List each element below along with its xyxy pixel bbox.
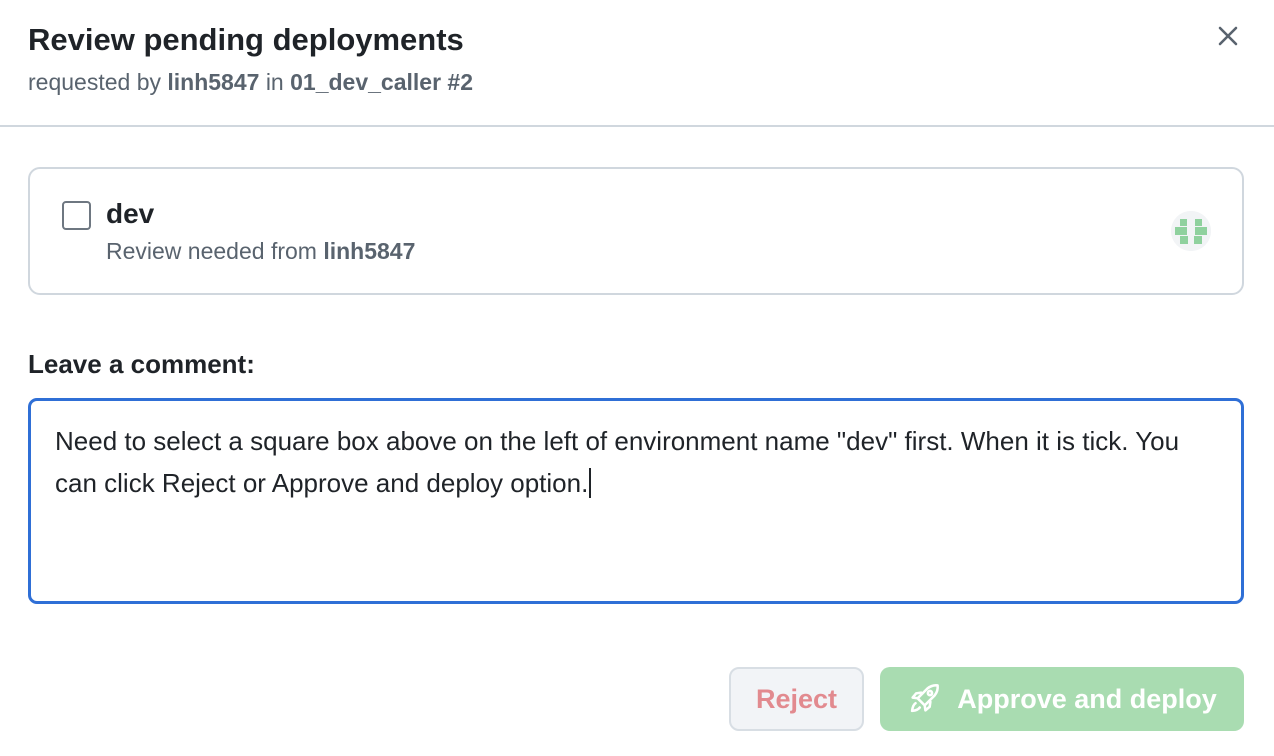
identicon-avatar-icon xyxy=(1171,211,1211,251)
workflow-run-name: 01_dev_caller #2 xyxy=(290,69,473,95)
approve-button-label: Approve and deploy xyxy=(957,683,1217,714)
comment-label: Leave a comment: xyxy=(28,349,255,379)
review-deployments-dialog: Review pending deployments requested by … xyxy=(0,0,1274,756)
comment-textarea[interactable]: Need to select a square box above on the… xyxy=(28,398,1244,604)
environment-name: dev xyxy=(106,198,155,229)
dialog-title: Review pending deployments xyxy=(28,22,464,57)
approve-and-deploy-button[interactable]: Approve and deploy xyxy=(880,667,1244,731)
close-button[interactable] xyxy=(1208,16,1248,56)
review-needed-text: Review needed from linh5847 xyxy=(106,237,415,265)
dialog-subtitle: requested by linh5847 in 01_dev_caller #… xyxy=(28,68,473,96)
close-icon xyxy=(1218,26,1238,46)
subtitle-middle: in xyxy=(265,69,284,95)
environment-card: dev Review needed from linh5847 xyxy=(28,167,1244,295)
review-needed-prefix: Review needed from xyxy=(106,238,317,264)
text-caret xyxy=(589,468,592,498)
environment-checkbox[interactable] xyxy=(62,201,91,230)
rocket-icon xyxy=(907,682,941,716)
reject-button[interactable]: Reject xyxy=(729,667,864,731)
reviewer-avatar[interactable] xyxy=(1171,211,1211,251)
dialog-header: Review pending deployments requested by … xyxy=(0,0,1274,127)
subtitle-prefix: requested by xyxy=(28,69,161,95)
reviewer-name: linh5847 xyxy=(323,238,416,264)
comment-text: Need to select a square box above on the… xyxy=(55,426,1187,498)
requester-name: linh5847 xyxy=(167,69,260,95)
